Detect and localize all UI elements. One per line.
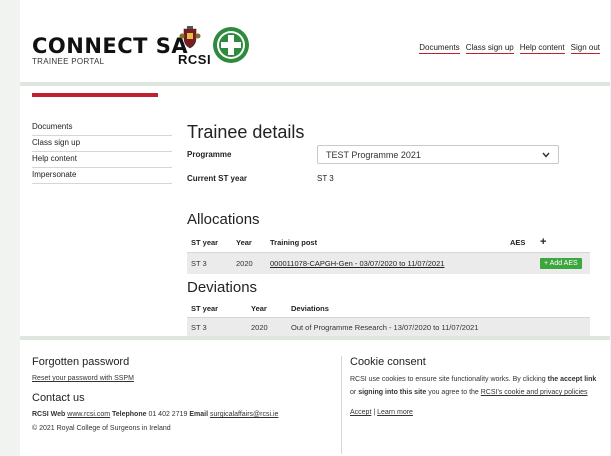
column-header: AES	[506, 231, 536, 253]
seal-logo-icon	[213, 27, 249, 63]
cell-year: 2020	[247, 317, 287, 337]
brand-logo[interactable]: CONNECT SA TRAINEE PORTAL	[32, 34, 189, 67]
cell-st-year: ST 3	[187, 317, 247, 337]
cookie-text-agree: you agree to the	[428, 389, 479, 396]
page-title: Trainee details	[187, 122, 305, 142]
accept-cookies-link[interactable]: Accept	[350, 409, 371, 416]
allocations-heading: Allocations	[187, 211, 260, 228]
rcsi-crest-icon	[179, 26, 201, 49]
contact-phone-label: Telephone	[112, 411, 147, 418]
plus-icon: +	[540, 236, 547, 248]
programme-select-value: TEST Programme 2021	[326, 149, 421, 160]
cookie-text-accept: the accept link	[547, 376, 597, 383]
reset-password-link[interactable]: Reset your password with SSPM	[32, 375, 134, 382]
topnav-class-sign-up[interactable]: Class sign up	[465, 43, 514, 54]
table-row: ST 3 2020 Out of Programme Research - 13…	[187, 317, 590, 337]
cookie-policy-link[interactable]: RCSI's cookie and privacy policies	[481, 389, 588, 396]
cell-aes	[506, 252, 536, 274]
column-header: Training post	[266, 231, 506, 253]
cookie-text-or: or	[350, 389, 357, 396]
sidebar-item-impersonate[interactable]: Impersonate	[32, 168, 172, 184]
cookie-actions-separator: |	[373, 409, 376, 416]
header: CONNECT SA TRAINEE PORTAL RCSI Documents	[20, 0, 610, 86]
table-row: ST 3 2020 000011078-CAPGH-Gen - 03/07/20…	[187, 252, 590, 274]
brand-title: CONNECT SA	[32, 34, 189, 58]
column-header: ST year	[187, 231, 232, 253]
page: CONNECT SA TRAINEE PORTAL RCSI Documents	[20, 0, 610, 456]
column-header: Year	[232, 231, 266, 253]
contact-email-link[interactable]: surgicalaffairs@rcsi.ie	[210, 411, 278, 418]
footer-left: Forgotten password Reset your password w…	[32, 356, 332, 434]
topnav-help-content[interactable]: Help content	[519, 43, 565, 54]
learn-more-link[interactable]: Learn more	[377, 409, 413, 416]
training-post-link[interactable]: 000011078-CAPGH-Gen - 03/07/2020 to 11/0…	[270, 259, 444, 268]
contact-web-link[interactable]: www.rcsi.com	[67, 411, 110, 418]
st-year-value: ST 3	[317, 174, 334, 183]
chevron-down-icon	[542, 152, 550, 158]
top-navigation: Documents Class sign up Help content Sig…	[419, 43, 600, 54]
allocations-table: ST year Year Training post AES + ST 3 20…	[187, 231, 590, 274]
column-header: ST year	[187, 299, 247, 318]
column-header: Year	[247, 299, 287, 318]
footer: Forgotten password Reset your password w…	[20, 336, 610, 456]
contact-details: RCSI Web www.rcsi.com Telephone 01 402 2…	[32, 409, 332, 420]
reset-row: Reset your password with SSPM	[32, 373, 332, 384]
programme-label: Programme	[187, 150, 232, 159]
copyright: © 2021 Royal College of Surgeons in Irel…	[32, 425, 171, 432]
column-header: Deviations	[287, 299, 590, 318]
cell-action: + Add AES	[536, 252, 590, 274]
add-column-header[interactable]: +	[536, 231, 590, 253]
cookie-consent-panel: Cookie consent RCSI use cookies to ensur…	[341, 356, 601, 454]
contact-web-label: RCSI Web	[32, 411, 66, 418]
topnav-sign-out[interactable]: Sign out	[570, 43, 600, 54]
forgotten-password-heading: Forgotten password	[32, 356, 130, 368]
brand-subtitle: TRAINEE PORTAL	[32, 57, 105, 66]
st-year-label: Current ST year	[187, 174, 248, 183]
cookie-actions: Accept | Learn more	[350, 407, 601, 418]
cookie-text-1: RCSI use cookies to ensure site function…	[350, 376, 546, 383]
st-year-row: Current ST year ST 3	[187, 174, 607, 183]
sidebar-item-class-sign-up[interactable]: Class sign up	[32, 136, 172, 152]
cookie-text-signing: signing into this site	[358, 389, 427, 396]
cell-year: 2020	[232, 252, 266, 274]
deviations-heading: Deviations	[187, 279, 258, 296]
deviations-table: ST year Year Deviations ST 3 2020 Out of…	[187, 299, 590, 337]
table-header-row: ST year Year Deviations	[187, 299, 590, 318]
contact-email-label: Email	[189, 411, 209, 418]
table-header-row: ST year Year Training post AES +	[187, 231, 590, 253]
sidebar-item-documents[interactable]: Documents	[32, 120, 172, 136]
contact-phone: 01 402 2719	[148, 411, 188, 418]
sidebar-item-help-content[interactable]: Help content	[32, 152, 172, 168]
topnav-documents[interactable]: Documents	[419, 43, 460, 54]
cookie-text: RCSI use cookies to ensure site function…	[350, 373, 601, 399]
contact-heading: Contact us	[32, 392, 85, 404]
main-content: Trainee details Programme TEST Programme…	[187, 122, 607, 337]
accent-bar	[32, 93, 158, 97]
programme-select[interactable]: TEST Programme 2021	[317, 145, 559, 164]
add-aes-button[interactable]: + Add AES	[540, 258, 582, 269]
cell-st-year: ST 3	[187, 252, 232, 274]
programme-row: Programme TEST Programme 2021	[187, 145, 607, 164]
sidebar: Documents Class sign up Help content Imp…	[32, 120, 172, 184]
cell-deviation: Out of Programme Research - 13/07/2020 t…	[287, 317, 590, 337]
cookie-consent-heading: Cookie consent	[350, 356, 426, 368]
rcsi-logo-text: RCSI	[178, 52, 212, 67]
cell-training-post: 000011078-CAPGH-Gen - 03/07/2020 to 11/0…	[266, 252, 506, 274]
